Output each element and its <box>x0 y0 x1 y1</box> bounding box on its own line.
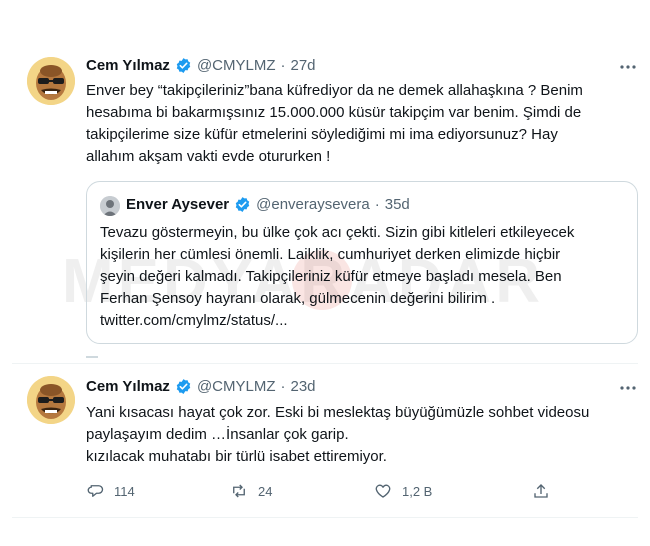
divider <box>12 363 638 364</box>
separator-dot: · <box>374 196 380 213</box>
share-icon <box>534 484 548 498</box>
share-button[interactable] <box>532 482 550 500</box>
quote-header: Enver Aysever @enveraysevera · 35d <box>126 196 410 213</box>
tweet-line: kızılacak muhatabı bir türlü isabet etti… <box>86 448 387 465</box>
verified-icon <box>175 378 192 395</box>
separator-dot: · <box>280 378 286 395</box>
tweet-header: Cem Yılmaz @CMYLMZ · 27d <box>86 57 316 74</box>
tweet-line: Enver bey “takipçileriniz”bana küfrediyo… <box>86 82 583 99</box>
quote-line: kişilerin her cümlesi önemli. Laiklik, c… <box>100 246 561 263</box>
avatar[interactable] <box>27 57 75 105</box>
tweet-text: Yani kısacası hayat çok zor. Eski bi mes… <box>86 402 626 468</box>
thread-line <box>86 356 98 358</box>
author-name[interactable]: Cem Yılmaz <box>86 378 170 395</box>
avatar[interactable] <box>27 376 75 424</box>
verified-icon <box>175 57 192 74</box>
tweet-line: hesabıma bi bakarmışsınız 15.000.000 küs… <box>86 104 582 121</box>
tweet-time[interactable]: 23d <box>291 378 316 395</box>
quote-text: Tevazu göstermeyin, bu ülke çok acı çekt… <box>100 222 630 332</box>
quote-time: 35d <box>384 196 410 213</box>
author-handle[interactable]: @CMYLMZ <box>197 57 276 74</box>
quote-avatar <box>100 196 120 216</box>
retweet-count: 24 <box>258 483 273 499</box>
tweet-line: allahım akşam vakti evde otururken ! <box>86 148 331 165</box>
tweet-time[interactable]: 27d <box>291 57 316 74</box>
quote-author-name: Enver Aysever <box>126 196 230 213</box>
tweet-line: takipçilerime size küfür etmelerini söyl… <box>86 126 558 143</box>
reply-count: 114 <box>114 483 135 499</box>
tweet-text: Enver bey “takipçileriniz”bana küfrediyo… <box>86 80 626 168</box>
reply-icon <box>87 485 104 497</box>
heart-icon <box>375 484 391 498</box>
divider <box>12 517 638 518</box>
verified-icon <box>234 196 251 213</box>
quote-line: şeyin değeri kalmadı. Takipçileriniz küf… <box>100 268 562 285</box>
tweet-line: paylaşayım dedim …İnsanlar çok garip. <box>86 426 349 443</box>
quote-line: Tevazu göstermeyin, bu ülke çok acı çekt… <box>100 224 575 241</box>
more-options-icon[interactable] <box>618 378 638 398</box>
quote-line: Ferhan Şensoy hayranı olarak, gülmecenin… <box>100 290 496 307</box>
like-button[interactable]: 1,2 B <box>374 482 432 500</box>
retweet-icon <box>233 484 245 498</box>
more-options-icon[interactable] <box>618 57 638 77</box>
like-count: 1,2 B <box>402 483 433 499</box>
reply-button[interactable]: 114 <box>86 482 135 500</box>
tweet-header: Cem Yılmaz @CMYLMZ · 23d <box>86 378 316 395</box>
quote-link[interactable]: twitter.com/cmylmz/status/... <box>100 310 630 332</box>
retweet-button[interactable]: 24 <box>230 482 272 500</box>
quote-author-handle: @enveraysevera <box>256 196 370 213</box>
author-handle[interactable]: @CMYLMZ <box>197 378 276 395</box>
tweet-line: Yani kısacası hayat çok zor. Eski bi mes… <box>86 404 590 421</box>
separator-dot: · <box>280 57 286 74</box>
author-name[interactable]: Cem Yılmaz <box>86 57 170 74</box>
